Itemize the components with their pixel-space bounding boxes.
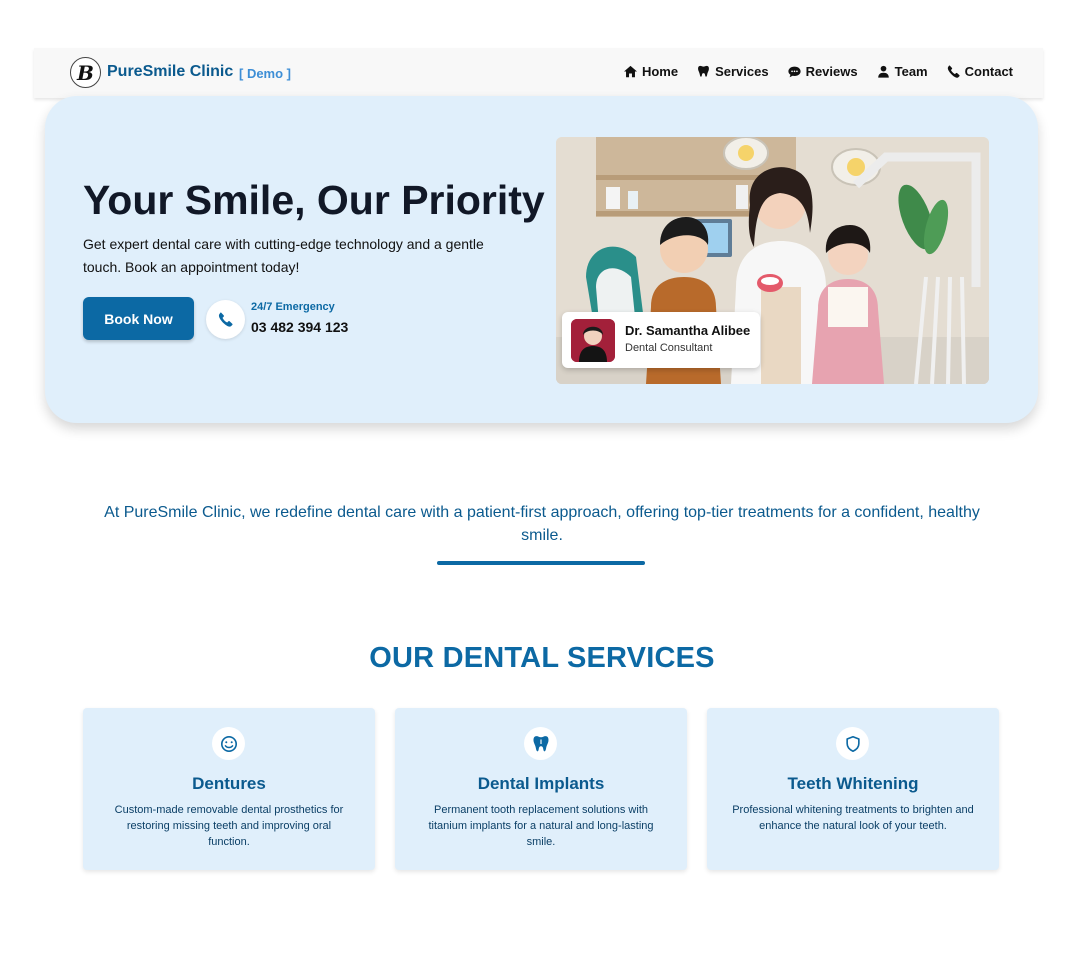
smile-icon <box>220 735 237 752</box>
service-card-dentures[interactable]: Dentures Custom-made removable dental pr… <box>83 708 375 870</box>
services-title: OUR DENTAL SERVICES <box>369 642 715 674</box>
service-card-teeth-whitening[interactable]: Teeth Whitening Professional whitening t… <box>707 708 999 870</box>
doctor-avatar <box>571 319 615 362</box>
emergency-call-button[interactable] <box>206 300 245 339</box>
doctor-card[interactable]: Dr. Samantha Alibee Dental Consultant <box>562 312 760 368</box>
nav-item-label: Services <box>715 64 769 79</box>
comment-icon <box>787 66 801 78</box>
shield-icon <box>845 735 860 752</box>
doctor-role: Dental Consultant <box>625 342 713 354</box>
nav-links: Home Services Reviews Team Contact <box>623 64 1013 79</box>
hero-section: Your Smile, Our Priority Get expert dent… <box>45 96 1038 423</box>
navbar: B PureSmile Clinic [ Demo ] Home Service… <box>34 48 1043 98</box>
emergency-number[interactable]: 03 482 394 123 <box>251 319 348 335</box>
service-icon-badge <box>524 727 557 760</box>
nav-item-contact[interactable]: Contact <box>947 64 1013 79</box>
service-title: Teeth Whitening <box>787 774 919 793</box>
tooth-icon <box>698 65 709 77</box>
service-description: Custom-made removable dental prosthetics… <box>114 804 344 848</box>
service-card-dental-implants[interactable]: Dental Implants Permanent tooth replacem… <box>395 708 687 870</box>
service-description: Professional whitening treatments to bri… <box>732 804 974 832</box>
nav-item-home[interactable]: Home <box>623 64 679 79</box>
service-icon-badge <box>836 727 869 760</box>
service-title: Dental Implants <box>477 774 605 793</box>
nav-item-team[interactable]: Team <box>877 64 928 79</box>
section-divider <box>437 561 645 565</box>
nav-item-reviews[interactable]: Reviews <box>787 64 858 79</box>
phone-icon <box>218 312 233 327</box>
hero-title: Your Smile, Our Priority <box>83 177 545 223</box>
phone-icon <box>947 65 960 78</box>
nav-item-services[interactable]: Services <box>697 64 769 79</box>
service-icon-badge <box>212 727 245 760</box>
service-description: Permanent tooth replacement solutions wi… <box>428 804 654 848</box>
intro-text: At PureSmile Clinic, we redefine dental … <box>104 504 980 544</box>
brand-logo-icon[interactable]: B <box>70 57 101 88</box>
nav-item-label: Reviews <box>805 64 858 79</box>
book-now-button[interactable]: Book Now <box>83 297 194 340</box>
home-icon <box>623 65 637 78</box>
service-title: Dentures <box>192 774 266 793</box>
nav-item-label: Home <box>641 64 679 79</box>
emergency-label: 24/7 Emergency <box>251 301 335 313</box>
nav-item-label: Contact <box>964 64 1013 79</box>
brand-name[interactable]: PureSmile Clinic <box>107 63 233 81</box>
hero-description: Get expert dental care with cutting-edge… <box>83 236 484 275</box>
user-icon <box>877 65 889 78</box>
doctor-name: Dr. Samantha Alibee <box>625 323 751 338</box>
tooth-icon <box>532 735 549 751</box>
nav-item-label: Team <box>894 64 928 79</box>
demo-tag: [ Demo ] <box>239 66 291 81</box>
